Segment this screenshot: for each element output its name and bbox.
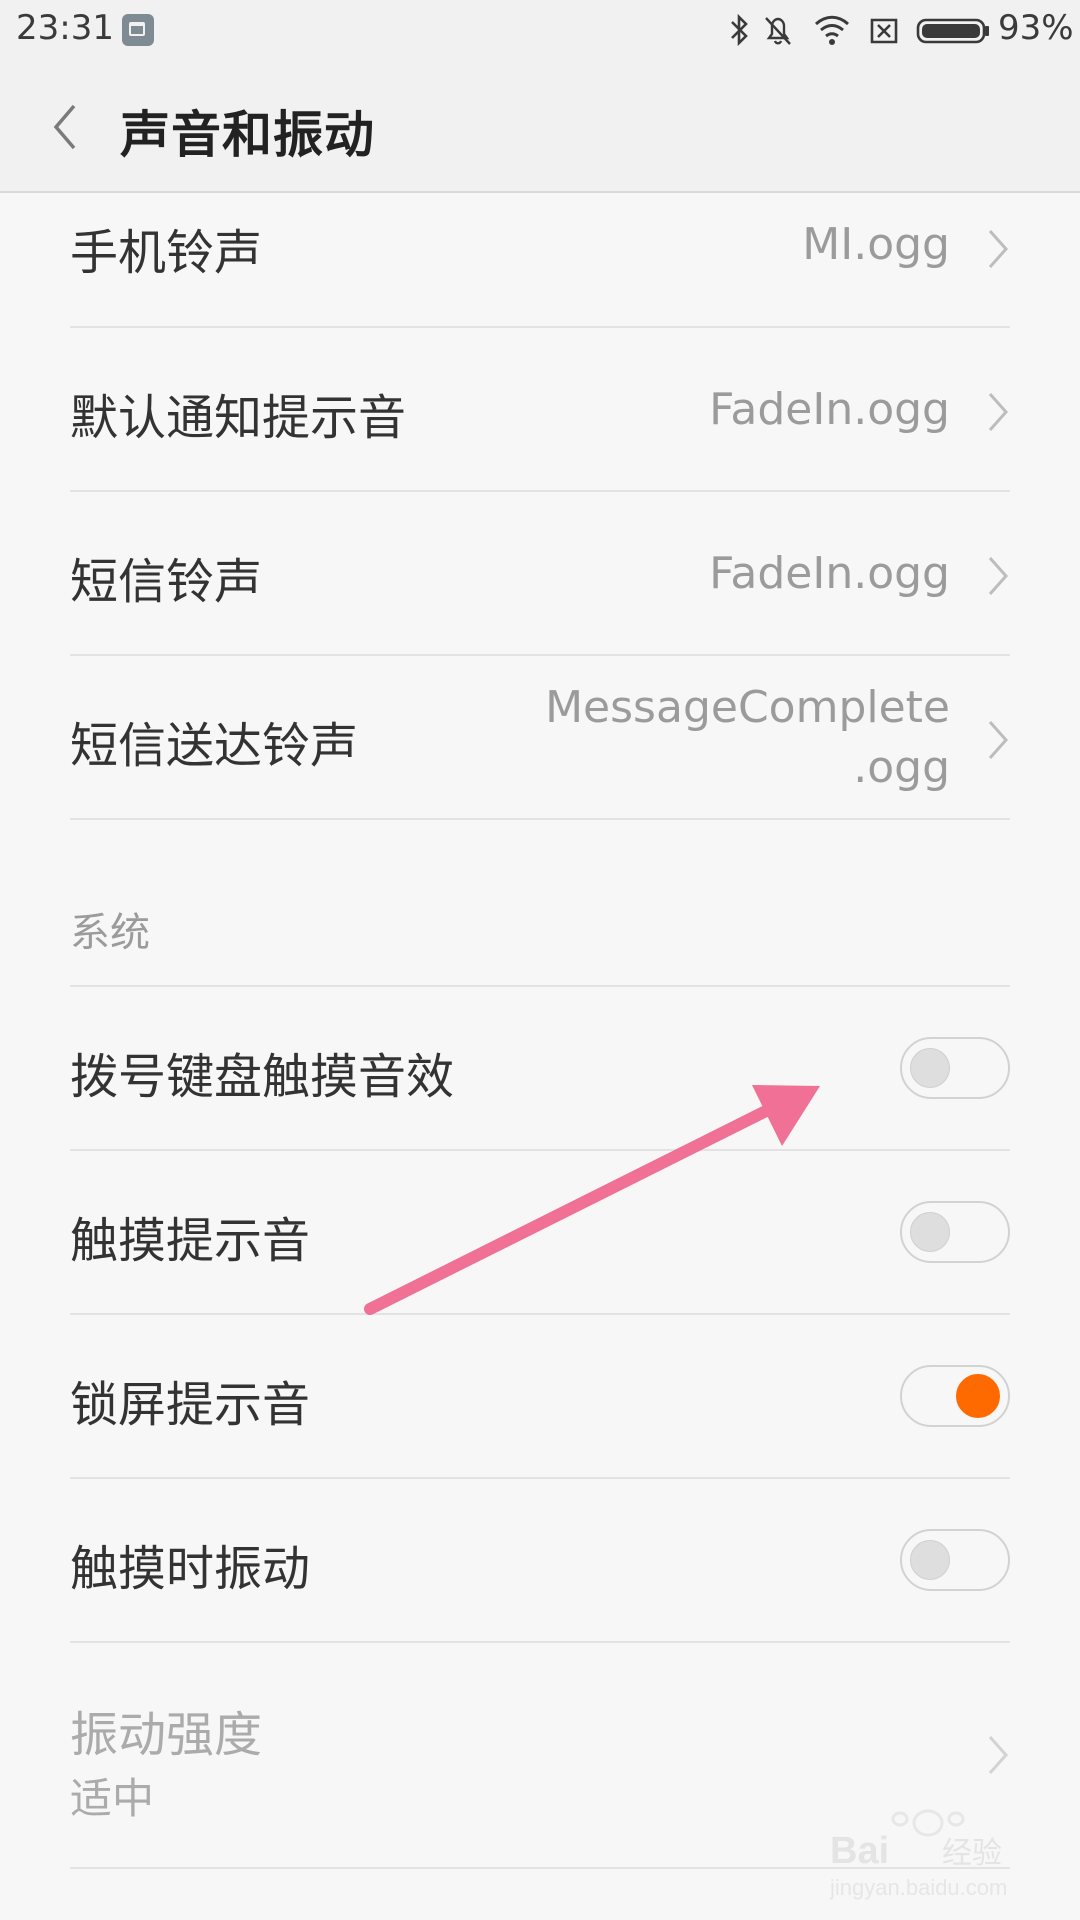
row-label: 触摸时振动 [70,1541,311,1597]
ringtone-row[interactable]: 手机铃声 MI.ogg [70,193,1010,328]
sim-x-icon [870,18,898,44]
svg-text:jingyan.baidu.com: jingyan.baidu.com [829,1875,1007,1900]
toggle-switch[interactable] [900,1365,1010,1427]
toggle-switch[interactable] [900,1201,1010,1263]
vibrate-on-touch-row[interactable]: 触摸时振动 [70,1479,1010,1643]
dialpad-touch-tone-row[interactable]: 拨号键盘触摸音效 [70,987,1010,1151]
row-value: FadeIn.ogg [709,384,950,435]
row-value: FadeIn.ogg [709,548,950,599]
silent-bell-icon [765,17,791,45]
sms-delivered-row[interactable]: 短信送达铃声 MessageComplete .ogg [70,656,1010,820]
status-time: 23:31 [16,8,114,48]
chevron-right-icon [988,230,1009,268]
status-bar: 23:31 93% [0,0,1080,60]
bluetooth-icon [731,13,748,47]
toggle-knob [910,1212,950,1252]
chevron-right-icon [988,393,1009,431]
notification-sound-row[interactable]: 默认通知提示音 FadeIn.ogg [70,328,1010,492]
row-label: 默认通知提示音 [70,390,407,446]
row-label: 触摸提示音 [70,1213,311,1269]
touch-sound-row[interactable]: 触摸提示音 [70,1151,1010,1315]
page-title: 声音和振动 [120,106,375,164]
row-label: 锁屏提示音 [70,1377,311,1433]
row-value: MI.ogg [802,219,950,270]
chevron-right-icon [988,557,1009,595]
chevron-left-icon [53,104,76,150]
sms-ringtone-row[interactable]: 短信铃声 FadeIn.ogg [70,492,1010,656]
row-label: 手机铃声 [70,225,263,281]
row-label: 拨号键盘触摸音效 [70,1049,455,1105]
row-label: 短信送达铃声 [70,718,359,774]
back-button[interactable] [44,100,88,154]
toggle-knob [910,1540,950,1580]
battery-icon [916,18,989,44]
chevron-right-icon [988,1736,1009,1774]
lock-screen-sound-row[interactable]: 锁屏提示音 [70,1315,1010,1479]
app-header: 声音和振动 [0,60,1080,193]
chevron-right-icon [988,721,1009,759]
row-value-line2: .ogg [853,742,950,793]
svg-text:Bai: Bai [830,1830,889,1872]
toggle-switch[interactable] [900,1529,1010,1591]
toggle-switch[interactable] [900,1037,1010,1099]
row-label: 振动强度 [70,1707,263,1763]
row-label: 短信铃声 [70,554,263,610]
baidu-jingyan-watermark: Bai 经验 jingyan.baidu.com [829,1809,1007,1900]
toggle-knob [910,1048,950,1088]
wifi-icon [814,15,850,45]
battery-percent: 93% [998,8,1074,48]
notification-icon [122,14,154,46]
row-value-line1: MessageComplete [545,682,950,733]
svg-text:经验: 经验 [942,1837,1002,1870]
toggle-knob [956,1374,1000,1418]
section-header: 系统 [70,910,150,956]
row-subtitle: 适中 [70,1774,155,1823]
